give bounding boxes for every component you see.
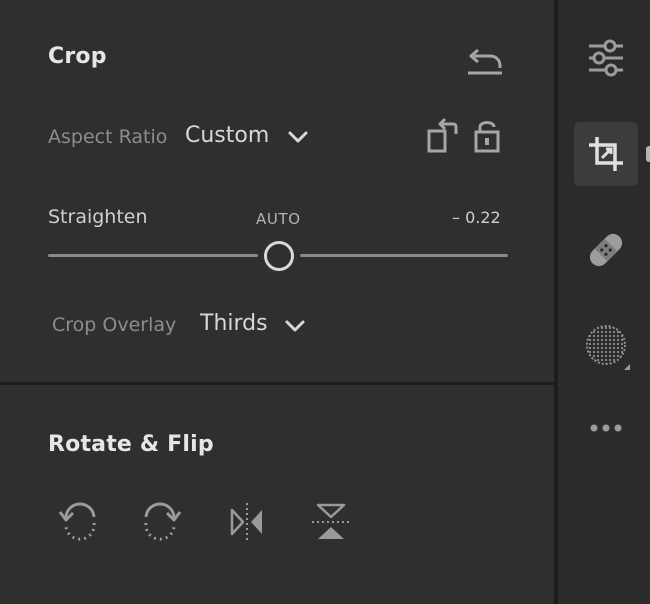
flip-vertical-icon[interactable]	[308, 499, 354, 545]
rotate-aspect-icon[interactable]	[424, 116, 462, 156]
straighten-slider-thumb[interactable]	[264, 241, 294, 271]
active-tool-indicator	[646, 146, 650, 162]
crop-section: Crop Aspect Ratio Custom Straighten AUTO…	[0, 0, 556, 382]
straighten-label: Straighten	[48, 206, 148, 228]
editor-panel: Crop Aspect Ratio Custom Straighten AUTO…	[0, 0, 650, 604]
aspect-ratio-value[interactable]: Custom	[185, 123, 269, 148]
straighten-auto-button[interactable]: AUTO	[256, 210, 301, 228]
crop-title: Crop	[48, 44, 107, 69]
unlock-icon[interactable]	[470, 116, 504, 156]
tool-strip	[558, 0, 650, 604]
crop-overlay-value[interactable]: Thirds	[200, 311, 268, 336]
straighten-value[interactable]: – 0.22	[452, 208, 501, 227]
straighten-track-right[interactable]	[300, 254, 508, 257]
reset-arrow-icon[interactable]	[466, 46, 504, 78]
crop-icon[interactable]	[586, 134, 626, 174]
rotate-right-icon[interactable]	[138, 499, 184, 545]
left-panel: Crop Aspect Ratio Custom Straighten AUTO…	[0, 0, 556, 604]
straighten-track-left[interactable]	[48, 254, 258, 257]
rotate-flip-title: Rotate & Flip	[48, 432, 214, 457]
rotate-flip-section: Rotate & Flip	[0, 385, 556, 604]
mask-icon[interactable]	[584, 322, 632, 372]
crop-overlay-label: Crop Overlay	[52, 314, 177, 336]
flip-horizontal-icon[interactable]	[224, 499, 270, 545]
chevron-down-icon[interactable]	[287, 128, 309, 146]
more-icon[interactable]	[588, 420, 624, 436]
sliders-icon[interactable]	[586, 38, 626, 78]
bandage-icon[interactable]	[584, 228, 628, 272]
aspect-ratio-label: Aspect Ratio	[48, 126, 168, 148]
chevron-down-icon[interactable]	[284, 317, 306, 335]
rotate-left-icon[interactable]	[56, 499, 102, 545]
